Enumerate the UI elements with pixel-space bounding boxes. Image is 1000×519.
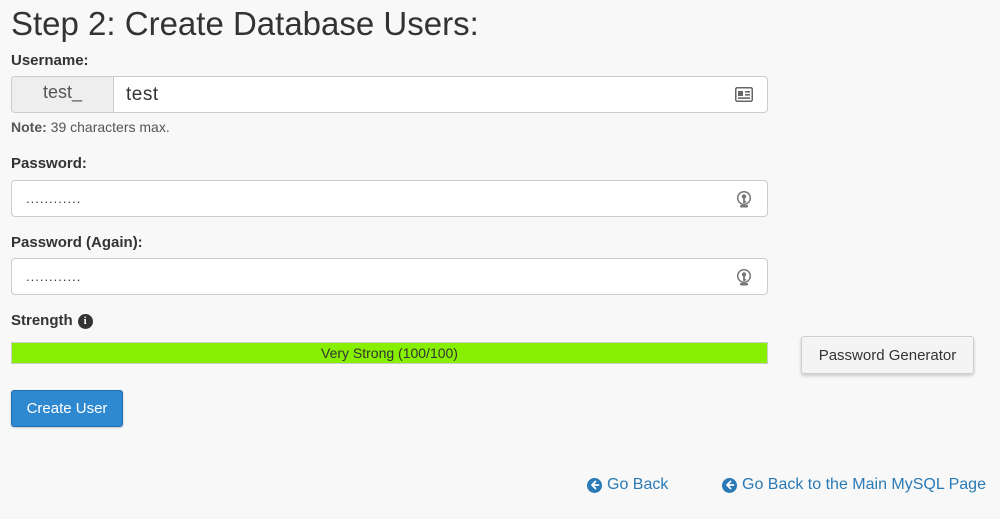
go-back-label: Go Back xyxy=(607,476,669,493)
password-again-input[interactable] xyxy=(12,259,734,294)
username-prefix: test_ xyxy=(12,77,114,112)
password-field xyxy=(11,180,768,217)
strength-label: Strength i xyxy=(11,312,93,329)
strength-meter: Very Strong (100/100) xyxy=(11,342,768,364)
go-back-link[interactable]: Go Back xyxy=(587,476,668,494)
username-label: Username: xyxy=(11,52,89,69)
username-input[interactable] xyxy=(114,77,734,112)
contact-card-icon[interactable] xyxy=(734,85,754,105)
password-label: Password: xyxy=(11,155,87,172)
go-back-main-link[interactable]: Go Back to the Main MySQL Page xyxy=(722,476,986,494)
key-icon[interactable] xyxy=(734,189,754,209)
password-input[interactable] xyxy=(12,181,734,216)
arrow-left-circle-icon xyxy=(722,477,737,493)
strength-text: Very Strong (100/100) xyxy=(321,345,458,361)
password-again-field xyxy=(11,258,768,295)
go-back-main-label: Go Back to the Main MySQL Page xyxy=(742,476,986,493)
key-icon[interactable] xyxy=(734,267,754,287)
note-text: 39 characters max. xyxy=(46,119,170,135)
page-title: Step 2: Create Database Users: xyxy=(11,5,479,42)
password-again-label: Password (Again): xyxy=(11,234,143,251)
info-icon[interactable]: i xyxy=(77,313,93,329)
note-bold: Note: xyxy=(11,119,47,135)
strength-label-text: Strength xyxy=(11,312,73,329)
username-field: test_ xyxy=(11,76,768,113)
create-user-button[interactable]: Create User xyxy=(11,390,123,427)
password-generator-button[interactable]: Password Generator xyxy=(801,336,974,374)
arrow-left-circle-icon xyxy=(587,477,602,493)
username-note: Note: 39 characters max. xyxy=(11,119,170,135)
